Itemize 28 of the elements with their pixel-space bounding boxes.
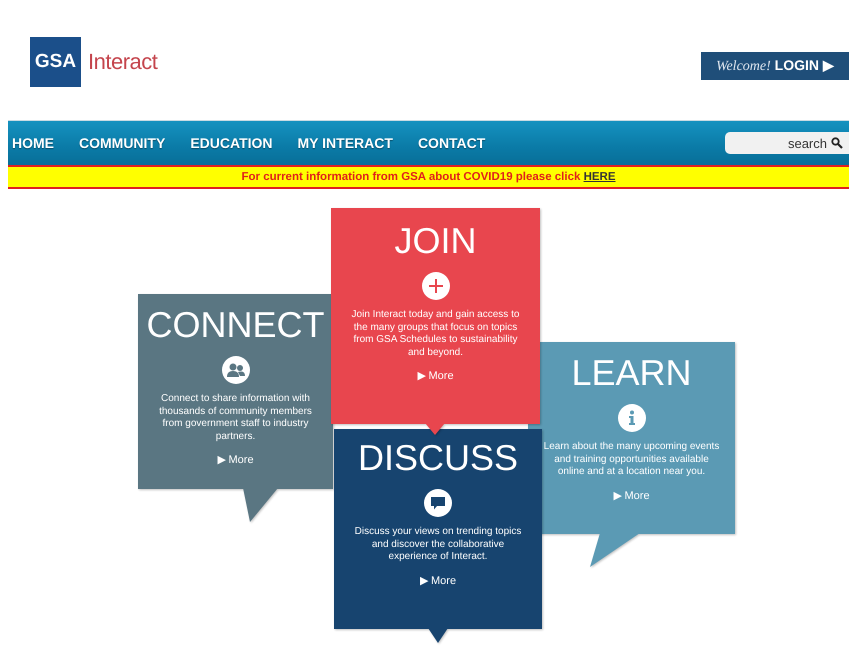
nav-link[interactable]: COMMUNITY: [79, 135, 166, 151]
logo-mark[interactable]: GSA: [30, 37, 81, 87]
search-icon: [831, 137, 843, 149]
tile-title: CONNECT: [146, 304, 324, 346]
search-field[interactable]: search: [725, 132, 849, 154]
more-link[interactable]: ▶ More: [417, 369, 454, 382]
alert-text: For current information from GSA about COVID19 please click HERE: [241, 171, 616, 183]
nav-link[interactable]: HOME: [12, 135, 54, 151]
nav-link[interactable]: CONTACT: [418, 135, 486, 151]
nav-link[interactable]: EDUCATION: [190, 135, 273, 151]
plus-icon: [422, 272, 450, 300]
alert-link[interactable]: HERE: [584, 171, 616, 183]
tile-description: Join Interact today and gain access to the many groups that focus on topics from GSA Schedules to sustainability and beyond.: [350, 309, 520, 359]
tile-description: Discuss your views on trending topics and discover the collaborative experience of Interact.: [354, 526, 522, 564]
logo-text[interactable]: Interact: [88, 49, 158, 75]
nav-link[interactable]: MY INTERACT: [298, 135, 393, 151]
tile-description: Connect to share information with thousands of community members from government staff to industry partners.: [158, 393, 313, 443]
people-icon: [222, 356, 250, 384]
more-link[interactable]: ▶ More: [217, 453, 254, 466]
tile-title: DISCUSS: [358, 437, 518, 479]
login-button[interactable]: Welcome! LOGIN ▶: [701, 52, 849, 80]
chat-bubble-icon: [424, 489, 452, 517]
tile-title: LEARN: [571, 352, 692, 394]
more-link[interactable]: ▶ More: [613, 488, 650, 502]
more-link[interactable]: ▶ More: [420, 574, 456, 586]
tile-description: Learn about the many upcoming events and training opportunities available online and at a location near you.: [542, 441, 720, 478]
tile-title: JOIN: [394, 220, 476, 262]
info-icon: [618, 404, 646, 432]
